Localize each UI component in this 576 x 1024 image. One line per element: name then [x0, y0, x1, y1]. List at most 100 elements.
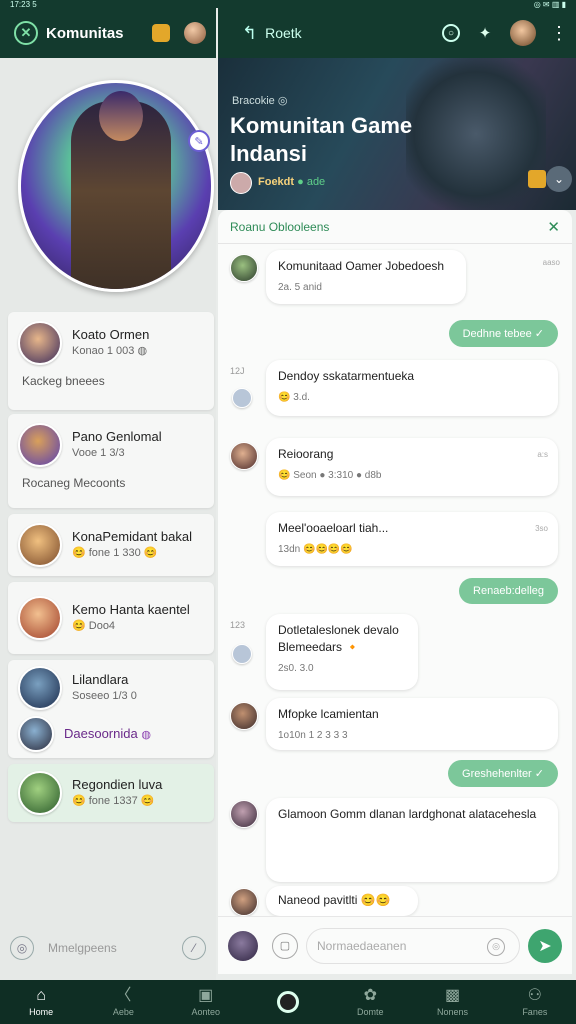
close-icon[interactable]: ✕: [547, 218, 560, 236]
contact-info: Kemo Hanta kaentel 😊 Doo4: [72, 602, 190, 634]
sent-message[interactable]: Greshehenlter ✓: [448, 760, 558, 787]
chat-title: Roanu Oblooleens: [230, 219, 330, 234]
nav-label: Home: [29, 1007, 54, 1017]
contact-info: Regondien luva 😊 fone 1337 😊: [72, 777, 162, 809]
share-icon[interactable]: [528, 170, 546, 188]
chat-header: Roanu Oblooleens ✕: [218, 210, 572, 244]
message-bubble[interactable]: Dotletaleslonek devalo Blemeedars 🔸 2s0.…: [266, 614, 418, 690]
more-icon[interactable]: ⋮: [550, 23, 568, 44]
status-time: 17:23 5: [10, 0, 37, 9]
puzzle-icon[interactable]: ✦: [474, 22, 496, 44]
contact-row[interactable]: Kemo Hanta kaentel 😊 Doo4: [8, 582, 214, 654]
content-icon: ▣: [198, 987, 214, 1004]
nav-content[interactable]: ▣ Aonteo: [165, 980, 247, 1024]
message-row: Meel'ooaeloarl tiah... 13dn 😊😊😊😊 3so: [218, 512, 572, 568]
chat-panel: Roanu Oblooleens ✕ Komunitaad Oamer Jobe…: [218, 210, 572, 916]
message-row: Glamoon Gomm dlanan lardghonat alatacehe…: [218, 798, 572, 884]
message-bubble[interactable]: Glamoon Gomm dlanan lardghonat alatacehe…: [266, 798, 558, 882]
brand-logo-icon: ✕: [14, 21, 38, 45]
back-icon[interactable]: ↰: [242, 23, 257, 44]
center-circle-icon: [276, 991, 299, 1013]
nav-games[interactable]: ✿ Domte: [329, 980, 411, 1024]
contact-row[interactable]: Lilandlara Soseeo 1/3 0: [8, 660, 214, 716]
attach-icon[interactable]: ▢: [272, 932, 298, 959]
contact-card[interactable]: Kemo Hanta kaentel 😊 Doo4: [8, 582, 214, 654]
right-title: Roetk: [265, 25, 302, 41]
contact-card[interactable]: Lilandlara Soseeo 1/3 0 Daesoornida ◍: [8, 660, 214, 758]
search-icon[interactable]: ○: [442, 24, 460, 42]
camera-icon[interactable]: ◎: [487, 937, 505, 956]
hero-avatar-section: ✎: [0, 58, 216, 308]
contact-row[interactable]: Koato Ormen Konao 1 003 ◍: [8, 312, 214, 374]
message-bubble[interactable]: Komunitaad Oamer Jobedoesh 2a. 5 anid: [266, 250, 466, 304]
message-input-placeholder: Normaedaeanen: [317, 938, 407, 953]
contact-row[interactable]: Pano Genlomal Vooe 1 3/3: [8, 414, 214, 476]
sent-message[interactable]: Dedhne tebee ✓: [448, 320, 558, 347]
banner-meta-status: ● ade: [297, 176, 326, 188]
contact-card[interactable]: Regondien luva 😊 fone 1337 😊: [8, 764, 214, 822]
nav-center[interactable]: [247, 980, 329, 1024]
community-banner: Bracokie ◎ Komunitan Game lndansi Foekdt…: [218, 58, 576, 210]
nav-home[interactable]: ⌂ Home: [0, 980, 82, 1024]
attach-icon[interactable]: ⁄: [182, 936, 206, 960]
contact-name: Pano Genlomal: [72, 429, 162, 444]
message-row: Naneod pavitlti 😊😊: [218, 886, 572, 916]
message-text: Naneod pavitlti 😊😊: [278, 893, 391, 907]
edit-icon[interactable]: ✎: [188, 130, 210, 152]
message-input[interactable]: Normaedaeanen ◎: [306, 927, 520, 964]
contact-sub: 😊 fone 1337 😊: [72, 795, 155, 807]
message-side-time: 12J: [230, 366, 245, 376]
nav-profile[interactable]: ⚇ Fanes: [494, 980, 576, 1024]
contact-avatar: [18, 666, 62, 710]
message-bubble[interactable]: Dendoy sskatarmentueka 😊 3.d.: [266, 360, 558, 416]
message-text: Meel'ooaeloarl tiah...: [278, 521, 389, 535]
notification-badge-icon[interactable]: [152, 24, 170, 42]
message-bubble[interactable]: Meel'ooaeloarl tiah... 13dn 😊😊😊😊 3so: [266, 512, 558, 566]
contact-row[interactable]: Daesoornida ◍: [8, 716, 214, 752]
banner-avatar: [230, 172, 252, 194]
brand-name: Komunitas: [46, 24, 124, 42]
hero-avatar[interactable]: [18, 80, 214, 292]
send-button[interactable]: ➤: [528, 928, 562, 963]
message-side-time: 123: [230, 620, 246, 630]
message-row: Mfopke lcamientan 1o10n 1 2 3 3 3: [218, 698, 572, 750]
status-bar: 17:23 5 ◎ ✉ ▥ ▮: [0, 0, 576, 9]
nav-back[interactable]: 〈 Aebe: [82, 980, 164, 1024]
contact-row[interactable]: Regondien luva 😊 fone 1337 😊: [8, 764, 214, 822]
right-panel: ↰ Roetk ○ ✦ ⋮ Bracokie ◎ Komunitan Game …: [218, 0, 576, 980]
composer-avatar: [228, 930, 258, 961]
message-avatar: [230, 254, 258, 282]
message-bubble[interactable]: Mfopke lcamientan 1o10n 1 2 3 3 3: [266, 698, 558, 750]
contact-info: Daesoornida ◍: [64, 726, 151, 743]
user-avatar[interactable]: [510, 20, 536, 46]
contact-card[interactable]: Pano Genlomal Vooe 1 3/3 Rocaneg Mecoont…: [8, 414, 214, 508]
message-row: 12J Dendoy sskatarmentueka 😊 3.d.: [218, 360, 572, 420]
contact-info: Pano Genlomal Vooe 1 3/3: [72, 429, 162, 461]
contact-name: Lilandlara: [72, 672, 129, 687]
message-text: Komunitaad Oamer Jobedoesh: [278, 259, 445, 273]
message-sub: 😊 3.d.: [278, 392, 310, 403]
left-search-bar[interactable]: ◎ Mmelgpeens ⁄: [0, 926, 216, 970]
message-bubble[interactable]: Reioorang 😊 Seon ● 3:310 ● d8b a:s: [266, 438, 558, 496]
message-sub: 😊 Seon ● 3:310 ● d8b: [278, 470, 382, 481]
message-avatar: [230, 442, 258, 470]
person-icon: ⚇: [527, 987, 542, 1004]
news-icon: ▩: [444, 987, 461, 1004]
message-text: Mfopke lcamientan: [278, 707, 379, 721]
contact-card[interactable]: KonaPemidant bakal 😊 fone 1 330 😊: [8, 514, 214, 576]
contact-avatar: [18, 771, 62, 815]
profile-avatar[interactable]: [184, 22, 206, 44]
nav-news[interactable]: ▩ Nonens: [411, 980, 493, 1024]
camera-icon[interactable]: ◎: [10, 936, 34, 960]
contact-card[interactable]: Koato Ormen Konao 1 003 ◍ Kackeg bneees: [8, 312, 214, 410]
nav-label: Aebe: [112, 1007, 134, 1017]
expand-icon[interactable]: ⌄: [546, 166, 572, 192]
contact-row[interactable]: KonaPemidant bakal 😊 fone 1 330 😊: [8, 514, 214, 576]
left-search-input[interactable]: Mmelgpeens: [48, 941, 182, 955]
message-bubble[interactable]: Naneod pavitlti 😊😊: [266, 886, 418, 916]
message-avatar: [232, 388, 252, 408]
nav-label: Nonens: [437, 1007, 469, 1017]
sent-message[interactable]: Renaeb:delleg: [459, 578, 558, 604]
contact-info: Lilandlara Soseeo 1/3 0: [72, 672, 137, 704]
message-text: Dendoy sskatarmentueka: [278, 369, 415, 383]
